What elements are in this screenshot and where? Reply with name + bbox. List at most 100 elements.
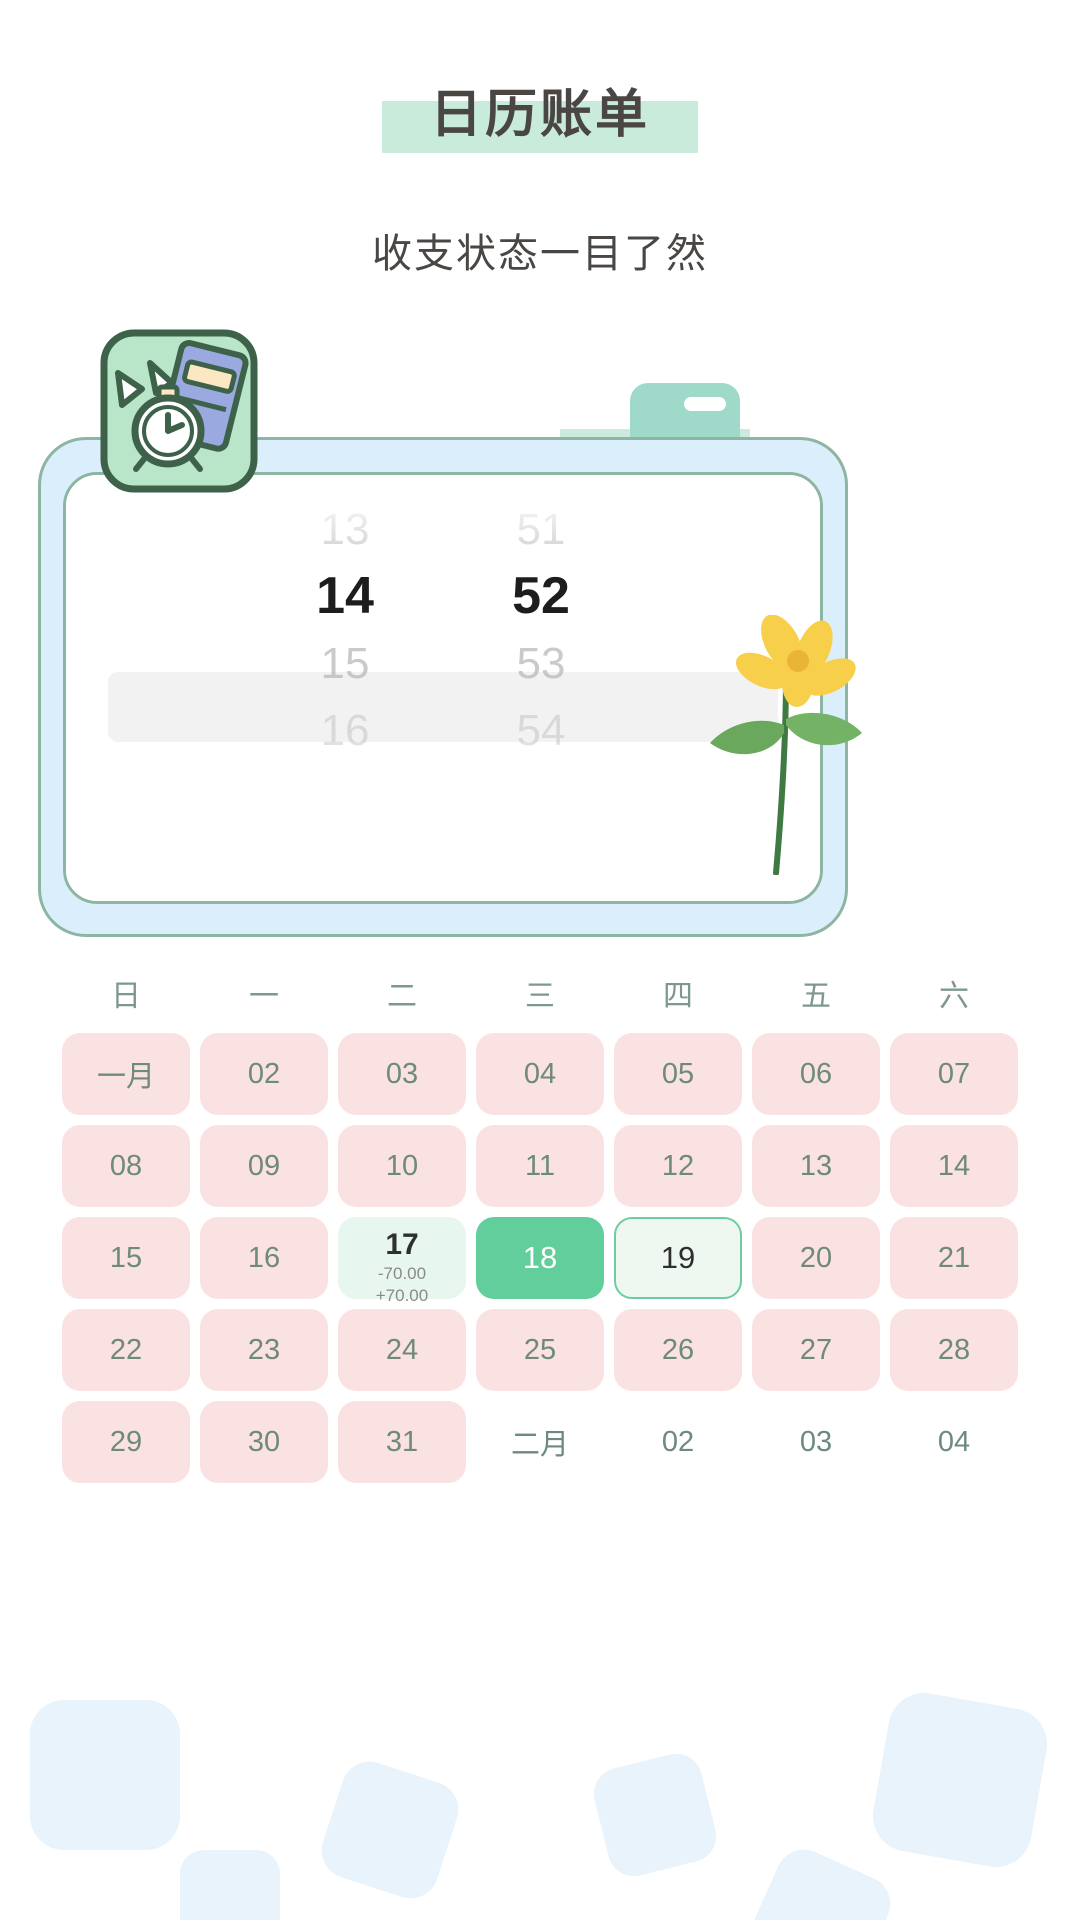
phone-speaker-notch [684,397,726,411]
calendar-day[interactable]: 07 [890,1033,1018,1115]
calendar-day-label: 03 [799,1425,833,1458]
weekday-label: 六 [939,980,969,1013]
calendar-day-label: 12 [661,1149,695,1182]
calendar-day-label: 30 [247,1425,281,1458]
calendar-day-label: 13 [799,1149,833,1182]
hour-option[interactable]: 15 [302,630,388,697]
calendar-day[interactable]: 05 [614,1033,742,1115]
background-decoration [30,1693,1047,1920]
calendar-day[interactable]: 13 [752,1125,880,1207]
calendar-day-label: 24 [385,1333,419,1366]
calendar-day[interactable]: 04 [476,1033,604,1115]
minute-column[interactable]: 50 51 52 53 54 [498,475,584,855]
calendar-day[interactable]: 09 [200,1125,328,1207]
calendar-week-row: 22 23 24 25 26 27 28 [62,1309,1018,1391]
calendar-day[interactable]: 03 [752,1401,880,1483]
calendar-day-expense: -70.00 [377,1264,427,1283]
calendar-day-label: 16 [247,1241,281,1274]
calendar-day-label: 06 [799,1057,833,1090]
calendar-day-label: 28 [937,1333,971,1366]
minute-option-selected[interactable]: 52 [498,563,584,630]
calendar-day-label: 09 [247,1149,281,1182]
weekday-label: 日 [111,980,141,1013]
calendar-day-label: 26 [661,1333,695,1366]
calendar-day-label: 14 [937,1149,971,1182]
calendar-day[interactable]: 11 [476,1125,604,1207]
calendar-day[interactable]: 一月 [62,1033,190,1115]
calendar-day[interactable]: 12 [614,1125,742,1207]
phone-mockup: 12 13 14 15 16 50 51 52 53 54 [0,325,1080,945]
calendar-day-label: 07 [937,1057,971,1090]
calendar-day-label: 11 [524,1149,556,1182]
calendar-day[interactable]: 26 [614,1309,742,1391]
minute-option[interactable]: 51 [498,496,584,563]
page-subtitle: 收支状态一目了然 [372,232,708,276]
calendar-day-label: 04 [937,1425,971,1458]
page-title-wrap: 日历账单 [381,72,698,153]
calendar-day[interactable]: 14 [890,1125,1018,1207]
weekday-label: 二 [387,980,417,1013]
minute-option[interactable]: 54 [498,697,584,764]
calendar-day-label: 18 [522,1240,558,1275]
calendar-day-label: 04 [523,1057,557,1090]
calendar-day-label: 17 [385,1228,419,1261]
calendar-day-label: 22 [109,1333,143,1366]
calendar-day[interactable]: 10 [338,1125,466,1207]
calendar-day-label: 19 [660,1240,696,1275]
calendar-day[interactable]: 25 [476,1309,604,1391]
hour-option[interactable]: 13 [302,496,388,563]
calendar-day[interactable]: 31 [338,1401,466,1483]
hour-column[interactable]: 12 13 14 15 16 [302,475,388,855]
calendar-day[interactable]: 04 [890,1401,1018,1483]
clock-book-icon [100,329,258,493]
calendar-day[interactable]: 二月 [476,1401,604,1483]
calendar-day-today[interactable]: 18 [476,1217,604,1299]
weekday-label: 四 [663,980,693,1013]
calendar-day[interactable]: 06 [752,1033,880,1115]
weekday-label: 三 [525,980,555,1013]
calendar-day[interactable]: 30 [200,1401,328,1483]
calendar-grid: 一月 02 03 04 05 06 07 08 09 10 11 12 13 14 15 16 17 -70.00… [62,1033,1018,1483]
weekday-label: 一 [249,980,279,1013]
calendar-day[interactable]: 22 [62,1309,190,1391]
calendar-day[interactable]: 02 [614,1401,742,1483]
calendar-day-selected[interactable]: 19 [614,1217,742,1299]
calendar-day-label: 15 [109,1241,143,1274]
calendar-day[interactable]: 03 [338,1033,466,1115]
calendar-day-label: 10 [385,1149,419,1182]
minute-option[interactable]: 50 [498,475,584,496]
calendar-day[interactable]: 29 [62,1401,190,1483]
flower-illustration [710,615,862,875]
calendar-day-label: 20 [799,1241,833,1274]
calendar-day[interactable]: 27 [752,1309,880,1391]
calendar-week-row: 一月 02 03 04 05 06 07 [62,1033,1018,1115]
calendar-day[interactable]: 02 [200,1033,328,1115]
hour-option-selected[interactable]: 14 [302,563,388,630]
calendar-day[interactable]: 20 [752,1217,880,1299]
calendar-day[interactable]: 28 [890,1309,1018,1391]
page-header: 日历账单 收支状态一目了然 [0,0,1080,279]
calendar-week-row: 29 30 31 二月 02 03 04 [62,1401,1018,1483]
calendar-day[interactable]: 15 [62,1217,190,1299]
weekday-label: 五 [801,980,831,1013]
calendar-day[interactable]: 08 [62,1125,190,1207]
calendar-day-with-amounts[interactable]: 17 -70.00 +70.00 [338,1217,466,1305]
calendar-day[interactable]: 16 [200,1217,328,1299]
calendar-day-label: 23 [247,1333,281,1366]
calendar-day-label: 29 [109,1425,143,1458]
calendar-day[interactable]: 21 [890,1217,1018,1299]
calendar-week-row: 15 16 17 -70.00 +70.00 18 19 20 21 [62,1217,1018,1305]
calendar: 日 一 二 三 四 五 六 一月 02 03 04 05 06 07 08 09 10 11 12 13… [0,971,1080,1483]
calendar-day[interactable]: 24 [338,1309,466,1391]
calendar-day-label: 02 [661,1425,695,1458]
minute-option[interactable]: 53 [498,630,584,697]
calendar-day-label: 02 [247,1057,281,1090]
hour-option[interactable]: 16 [302,697,388,764]
page-title: 日历账单 [429,86,650,144]
calendar-weekday-header: 日 一 二 三 四 五 六 [62,971,1018,1015]
calendar-day-label: 一月 [96,1061,155,1093]
calendar-day-label: 二月 [510,1429,569,1461]
hour-option[interactable]: 12 [302,475,388,496]
calendar-day[interactable]: 23 [200,1309,328,1391]
calendar-day-income: +70.00 [375,1286,429,1306]
